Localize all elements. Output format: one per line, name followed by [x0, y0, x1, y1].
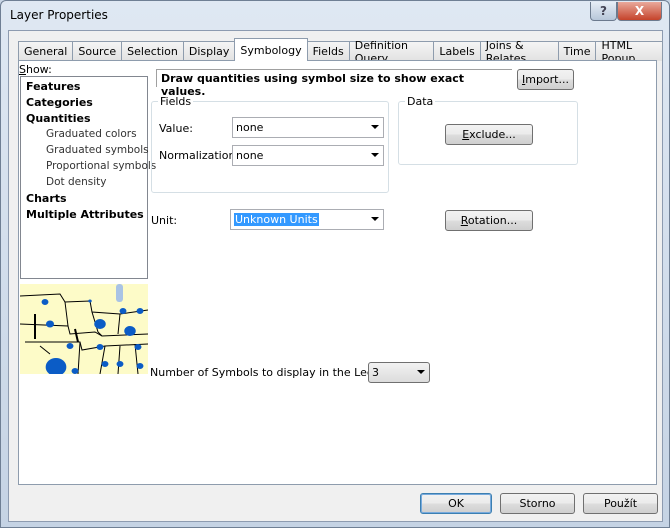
legend-count-label: Number of Symbols to display in the Lege…	[150, 366, 399, 379]
tab-definition-query[interactable]: Definition Query	[348, 39, 435, 65]
show-label: Show:	[19, 63, 52, 76]
import-button[interactable]: Import...	[517, 69, 574, 90]
show-item-graduated-colors[interactable]: Graduated colors	[46, 128, 137, 140]
show-item-quantities[interactable]: Quantities	[26, 112, 91, 125]
tab-display[interactable]: Display	[182, 41, 236, 61]
exclude-button-label: Exclude...	[462, 128, 516, 141]
map-symbol	[88, 299, 92, 303]
chevron-down-icon	[371, 153, 379, 157]
map-symbol	[119, 308, 127, 314]
tab-source[interactable]: Source	[72, 41, 123, 61]
unit-dropdown[interactable]: Unknown Units	[230, 209, 384, 230]
map-symbol	[101, 361, 109, 367]
data-group-label: Data	[405, 95, 436, 108]
tab-bar: General Source Selection Display Symbology Fi…	[18, 38, 663, 65]
tab-selection[interactable]: Selection	[121, 41, 184, 61]
show-item-charts[interactable]: Charts	[26, 192, 67, 205]
layer-properties-window: Layer Properties ? X General Source Select…	[0, 0, 670, 528]
unit-label: Unit:	[151, 214, 178, 227]
fields-group: Fields Value: none Normalization: none	[151, 95, 389, 193]
map-symbol	[136, 363, 144, 369]
tab-general[interactable]: General	[18, 41, 74, 61]
chevron-down-icon	[371, 125, 379, 129]
map-symbol	[124, 326, 136, 336]
map-symbol	[71, 368, 79, 374]
show-item-graduated-symbols[interactable]: Graduated symbols	[46, 144, 149, 156]
chevron-down-icon	[417, 370, 425, 374]
unit-dropdown-text: Unknown Units	[234, 213, 319, 226]
cancel-button[interactable]: Storno	[500, 493, 575, 514]
normalization-label: Normalization:	[159, 149, 240, 162]
value-label: Value:	[159, 122, 193, 135]
value-dropdown-text: none	[236, 121, 264, 134]
map-symbol	[45, 320, 55, 328]
symbology-preview-map	[20, 284, 148, 374]
tab-symbology[interactable]: Symbology	[234, 38, 308, 61]
map-symbol	[136, 308, 144, 314]
tab-fields[interactable]: Fields	[306, 41, 350, 61]
symbology-panel: Show: Features Categories Quantities Gradua…	[18, 60, 657, 485]
show-item-multiple-attributes[interactable]: Multiple Attributes	[26, 208, 144, 221]
import-button-label: Import...	[521, 73, 569, 86]
tab-labels[interactable]: Labels	[433, 41, 481, 61]
close-button[interactable]: X	[617, 2, 662, 21]
normalization-dropdown-text: none	[236, 149, 264, 162]
tab-html-popup[interactable]: HTML Popup	[595, 39, 663, 65]
show-item-features[interactable]: Features	[26, 80, 80, 93]
show-list[interactable]: Features Categories Quantities Graduated co…	[20, 76, 156, 279]
apply-button[interactable]: Použít	[583, 493, 658, 514]
rotation-button-label: Rotation...	[460, 214, 518, 227]
map-symbol	[94, 319, 106, 329]
window-title: Layer Properties	[10, 8, 108, 22]
data-group: Data Exclude...	[398, 95, 578, 165]
rotation-button[interactable]: Rotation...	[445, 210, 533, 231]
legend-count-dropdown[interactable]: 3	[368, 362, 430, 383]
renderer-description: Draw quantities using symbol size to sho…	[156, 69, 512, 98]
value-dropdown[interactable]: none	[232, 117, 384, 138]
show-item-proportional-symbols[interactable]: Proportional symbols	[46, 160, 156, 172]
dialog-client: General Source Selection Display Symbology Fi…	[8, 30, 663, 522]
map-symbol	[66, 343, 74, 349]
map-symbol	[116, 361, 124, 367]
map-symbol	[96, 344, 104, 350]
exclude-button[interactable]: Exclude...	[445, 124, 533, 145]
fields-group-label: Fields	[158, 95, 194, 108]
show-item-dot-density[interactable]: Dot density	[46, 176, 106, 188]
map-symbol	[41, 299, 49, 305]
tab-time[interactable]: Time	[557, 41, 597, 61]
tab-joins-relates[interactable]: Joins & Relates	[479, 39, 559, 65]
map-symbol	[134, 344, 142, 350]
chevron-down-icon	[371, 217, 379, 221]
ok-button[interactable]: OK	[420, 493, 492, 514]
legend-count-text: 3	[372, 366, 379, 379]
help-button[interactable]: ?	[590, 2, 617, 21]
show-item-categories[interactable]: Categories	[26, 96, 93, 109]
normalization-dropdown[interactable]: none	[232, 145, 384, 166]
